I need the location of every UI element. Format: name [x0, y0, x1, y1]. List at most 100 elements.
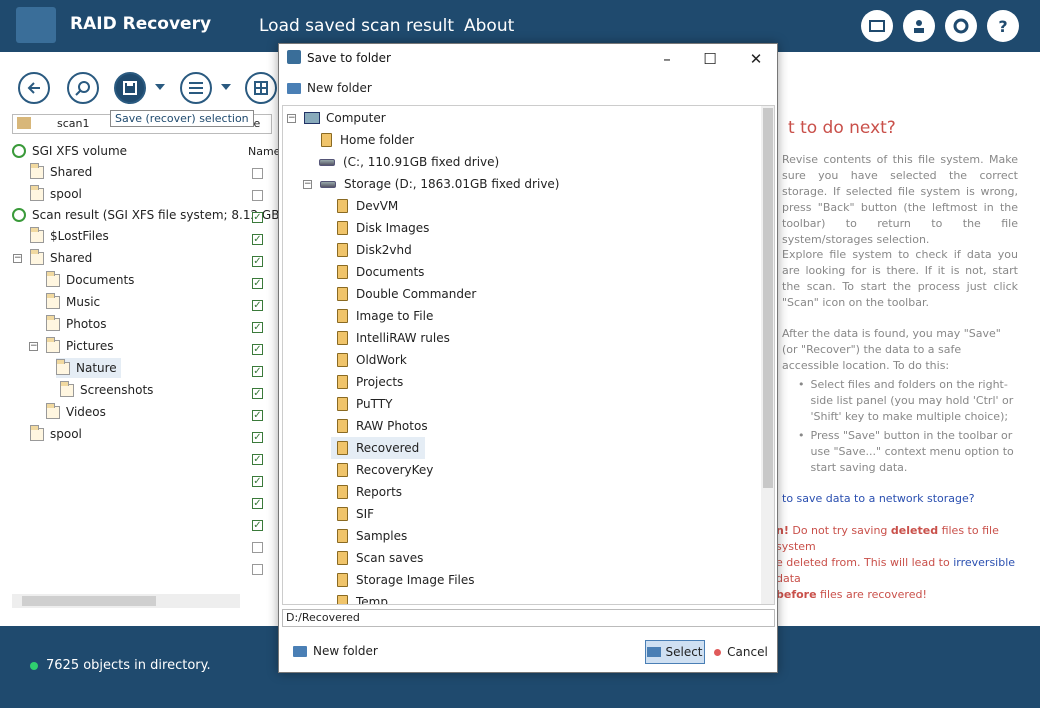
save-dropdown-caret[interactable] — [155, 84, 165, 90]
row-checkbox[interactable]: ✓ — [252, 256, 263, 267]
breadcrumb-item[interactable]: scan1 — [57, 117, 90, 130]
tree-item[interactable]: Home folder — [340, 129, 414, 151]
minimize-icon[interactable]: – — [656, 48, 678, 70]
row-checkbox[interactable]: ✓ — [252, 278, 263, 289]
row-checkbox[interactable]: ✓ — [252, 520, 263, 531]
folder-icon — [337, 573, 348, 587]
collapse-toggle[interactable]: − — [287, 113, 296, 123]
tree-item[interactable]: DevVM — [356, 195, 398, 217]
help-icon[interactable]: ? — [987, 10, 1019, 42]
tree-item[interactable]: Samples — [356, 525, 407, 547]
user-icon[interactable] — [903, 10, 935, 42]
save-button[interactable] — [114, 72, 146, 104]
tree-item[interactable]: Shared — [50, 248, 92, 268]
collapse-toggle[interactable]: − — [13, 253, 22, 263]
folder-icon — [46, 292, 60, 309]
folder-icon — [337, 529, 348, 543]
view-grid-button[interactable] — [245, 72, 277, 104]
tree-item[interactable]: Shared — [50, 162, 92, 182]
network-storage-link[interactable]: to save data to a network storage? — [782, 492, 975, 505]
tree-item[interactable]: Scan saves — [356, 547, 423, 569]
tree-item[interactable]: Reports — [356, 481, 402, 503]
row-checkbox[interactable]: ✓ — [252, 410, 263, 421]
row-checkbox[interactable]: ✓ — [252, 212, 263, 223]
irreversible-link[interactable]: irreversible — [953, 556, 1015, 569]
row-checkbox[interactable]: ✓ — [252, 300, 263, 311]
tree-item[interactable]: Music — [66, 292, 100, 312]
tree-item[interactable]: $LostFiles — [50, 226, 109, 246]
tree-item[interactable]: Documents — [66, 270, 134, 290]
row-checkbox[interactable]: ✓ — [252, 454, 263, 465]
warning-text: n! Do not try saving deleted files to fi… — [776, 523, 1024, 603]
gear-icon[interactable] — [945, 10, 977, 42]
collapse-toggle[interactable]: − — [303, 179, 312, 189]
tree-item[interactable]: SIF — [356, 503, 374, 525]
row-checkbox[interactable]: ✓ — [252, 234, 263, 245]
row-checkbox[interactable]: ✓ — [252, 344, 263, 355]
collapse-toggle[interactable]: − — [29, 341, 38, 351]
row-checkbox[interactable]: ✓ — [252, 388, 263, 399]
search-button[interactable] — [67, 72, 99, 104]
tree-item[interactable]: IntelliRAW rules — [356, 327, 450, 349]
tree-item-selected[interactable]: Recovered — [356, 437, 419, 459]
tree-item[interactable]: RAW Photos — [356, 415, 428, 437]
path-field[interactable]: D:/Recovered — [282, 609, 775, 627]
column-header-name[interactable]: Name — [248, 145, 280, 158]
select-button[interactable]: Select — [645, 640, 705, 664]
tree-item[interactable]: SGI XFS volume — [32, 141, 127, 161]
volume-icon — [12, 208, 26, 222]
tree-item[interactable]: spool — [50, 424, 82, 444]
tree-item[interactable]: RecoveryKey — [356, 459, 433, 481]
tree-item[interactable]: Storage (D:, 1863.01GB fixed drive) — [344, 173, 559, 195]
left-folder-tree: SGI XFS volume Shared spool Scan result … — [10, 140, 294, 610]
warning-fragment: files are recovered! — [816, 588, 927, 601]
folder-icon — [46, 336, 60, 353]
tree-item[interactable]: Storage Image Files — [356, 569, 475, 591]
tree-item[interactable]: Screenshots — [80, 380, 153, 400]
tree-item[interactable]: PuTTY — [356, 393, 392, 415]
menu-about[interactable]: About — [464, 16, 514, 36]
close-icon[interactable]: ✕ — [745, 48, 767, 70]
row-checkbox[interactable] — [252, 542, 263, 553]
checklist-button[interactable] — [180, 72, 212, 104]
scrollbar-thumb[interactable] — [763, 108, 773, 488]
cancel-button[interactable]: Cancel — [713, 640, 769, 664]
tree-item[interactable]: Image to File — [356, 305, 433, 327]
selected-tree-row[interactable]: Recovered — [331, 437, 426, 459]
tree-item[interactable]: Pictures — [66, 336, 114, 356]
maximize-icon[interactable]: ☐ — [699, 48, 721, 70]
back-button[interactable] — [18, 72, 50, 104]
tree-item[interactable]: Disk2vhd — [356, 239, 412, 261]
folder-icon — [30, 226, 44, 243]
tree-item[interactable]: Videos — [66, 402, 106, 422]
warning-fragment: data — [776, 572, 801, 585]
row-checkbox[interactable]: ✓ — [252, 476, 263, 487]
tree-item[interactable]: Documents — [356, 261, 424, 283]
tree-item[interactable]: Temp — [356, 591, 388, 604]
new-folder-toolbar-button[interactable]: New folder — [287, 81, 372, 95]
status-ok-icon — [30, 662, 38, 670]
tree-item-selected[interactable]: Nature — [76, 358, 117, 378]
folder-icon — [337, 331, 348, 345]
row-checkbox[interactable]: ✓ — [252, 432, 263, 443]
row-checkbox[interactable] — [252, 190, 263, 201]
tree-item[interactable]: Computer — [326, 107, 386, 129]
row-checkbox[interactable]: ✓ — [252, 366, 263, 377]
scrollbar-thumb[interactable] — [22, 596, 156, 606]
tree-item[interactable]: spool — [50, 184, 82, 204]
tree-item[interactable]: Double Commander — [356, 283, 476, 305]
tree-item[interactable]: (C:, 110.91GB fixed drive) — [343, 151, 499, 173]
tree-item[interactable]: Photos — [66, 314, 106, 334]
new-folder-button[interactable]: New folder — [293, 644, 378, 658]
row-checkbox[interactable] — [252, 168, 263, 179]
checklist-dropdown-caret[interactable] — [221, 84, 231, 90]
tree-item[interactable]: Projects — [356, 371, 403, 393]
tree-item[interactable]: Disk Images — [356, 217, 429, 239]
tree-item[interactable]: OldWork — [356, 349, 407, 371]
row-checkbox[interactable]: ✓ — [252, 498, 263, 509]
row-checkbox[interactable]: ✓ — [252, 322, 263, 333]
folder-icon — [30, 424, 44, 441]
log-icon[interactable] — [861, 10, 893, 42]
menu-load-saved-scan[interactable]: Load saved scan result — [259, 16, 454, 36]
row-checkbox[interactable] — [252, 564, 263, 575]
